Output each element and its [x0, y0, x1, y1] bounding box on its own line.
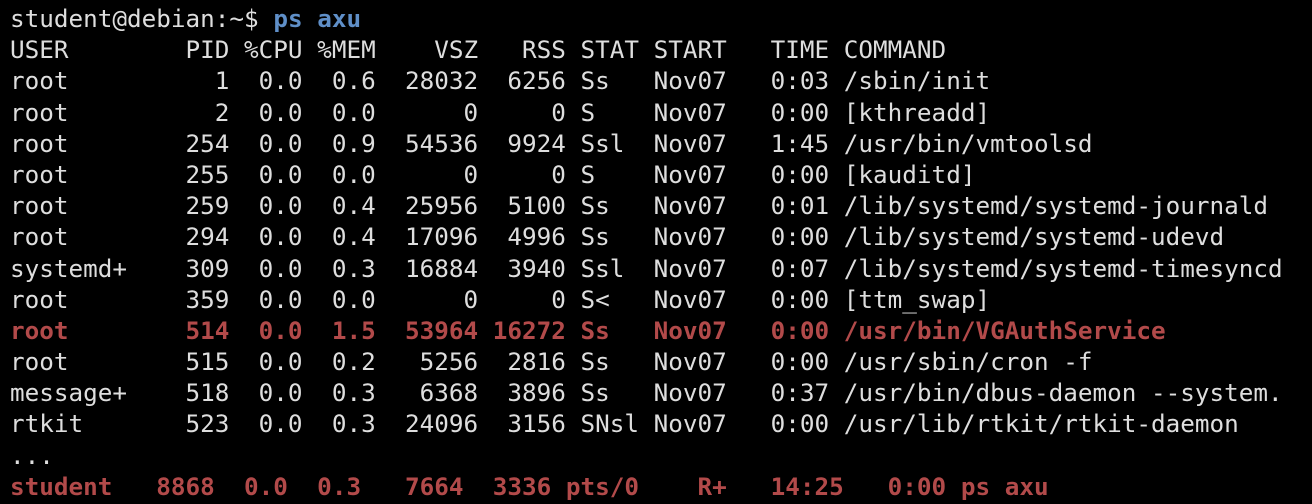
process-row: root 515 0.0 0.2 5256 2816 Ss Nov07 0:00…: [10, 347, 1093, 377]
process-row: root 259 0.0 0.4 25956 5100 Ss Nov07 0:0…: [10, 191, 1269, 221]
prompt-line: student@debian:~$ ps axu: [10, 3, 1312, 34]
process-table: root 1 0.0 0.6 28032 6256 Ss Nov07 0:03 …: [10, 65, 1312, 439]
shell-prompt: student@debian:~$: [10, 4, 259, 33]
ellipsis-line: ...: [10, 440, 54, 470]
process-row: root 359 0.0 0.0 0 0 S< Nov07 0:00 [ttm_…: [10, 284, 991, 314]
typed-command: ps axu: [273, 4, 362, 33]
process-row: root 255 0.0 0.0 0 0 S Nov07 0:00 [kaudi…: [10, 159, 976, 189]
process-row: root 1 0.0 0.6 28032 6256 Ss Nov07 0:03 …: [10, 66, 991, 96]
terminal-window[interactable]: student@debian:~$ ps axu USER PID %CPU %…: [0, 0, 1312, 504]
process-row: rtkit 523 0.0 0.3 24096 3156 SNsl Nov07 …: [10, 409, 1239, 439]
process-row: root 2 0.0 0.0 0 0 S Nov07 0:00 [kthread…: [10, 97, 991, 127]
process-row: root 254 0.0 0.9 54536 9924 Ssl Nov07 1:…: [10, 128, 1093, 158]
process-row: root 514 0.0 1.5 53964 16272 Ss Nov07 0:…: [10, 315, 1166, 345]
process-row: systemd+ 309 0.0 0.3 16884 3940 Ssl Nov0…: [10, 253, 1283, 283]
process-table-header: USER PID %CPU %MEM VSZ RSS STAT START TI…: [10, 35, 947, 65]
current-process-row: student 8868 0.0 0.3 7664 3336 pts/0 R+ …: [10, 471, 1049, 501]
process-row: message+ 518 0.0 0.3 6368 3896 Ss Nov07 …: [10, 378, 1283, 408]
process-row: root 294 0.0 0.4 17096 4996 Ss Nov07 0:0…: [10, 222, 1225, 252]
